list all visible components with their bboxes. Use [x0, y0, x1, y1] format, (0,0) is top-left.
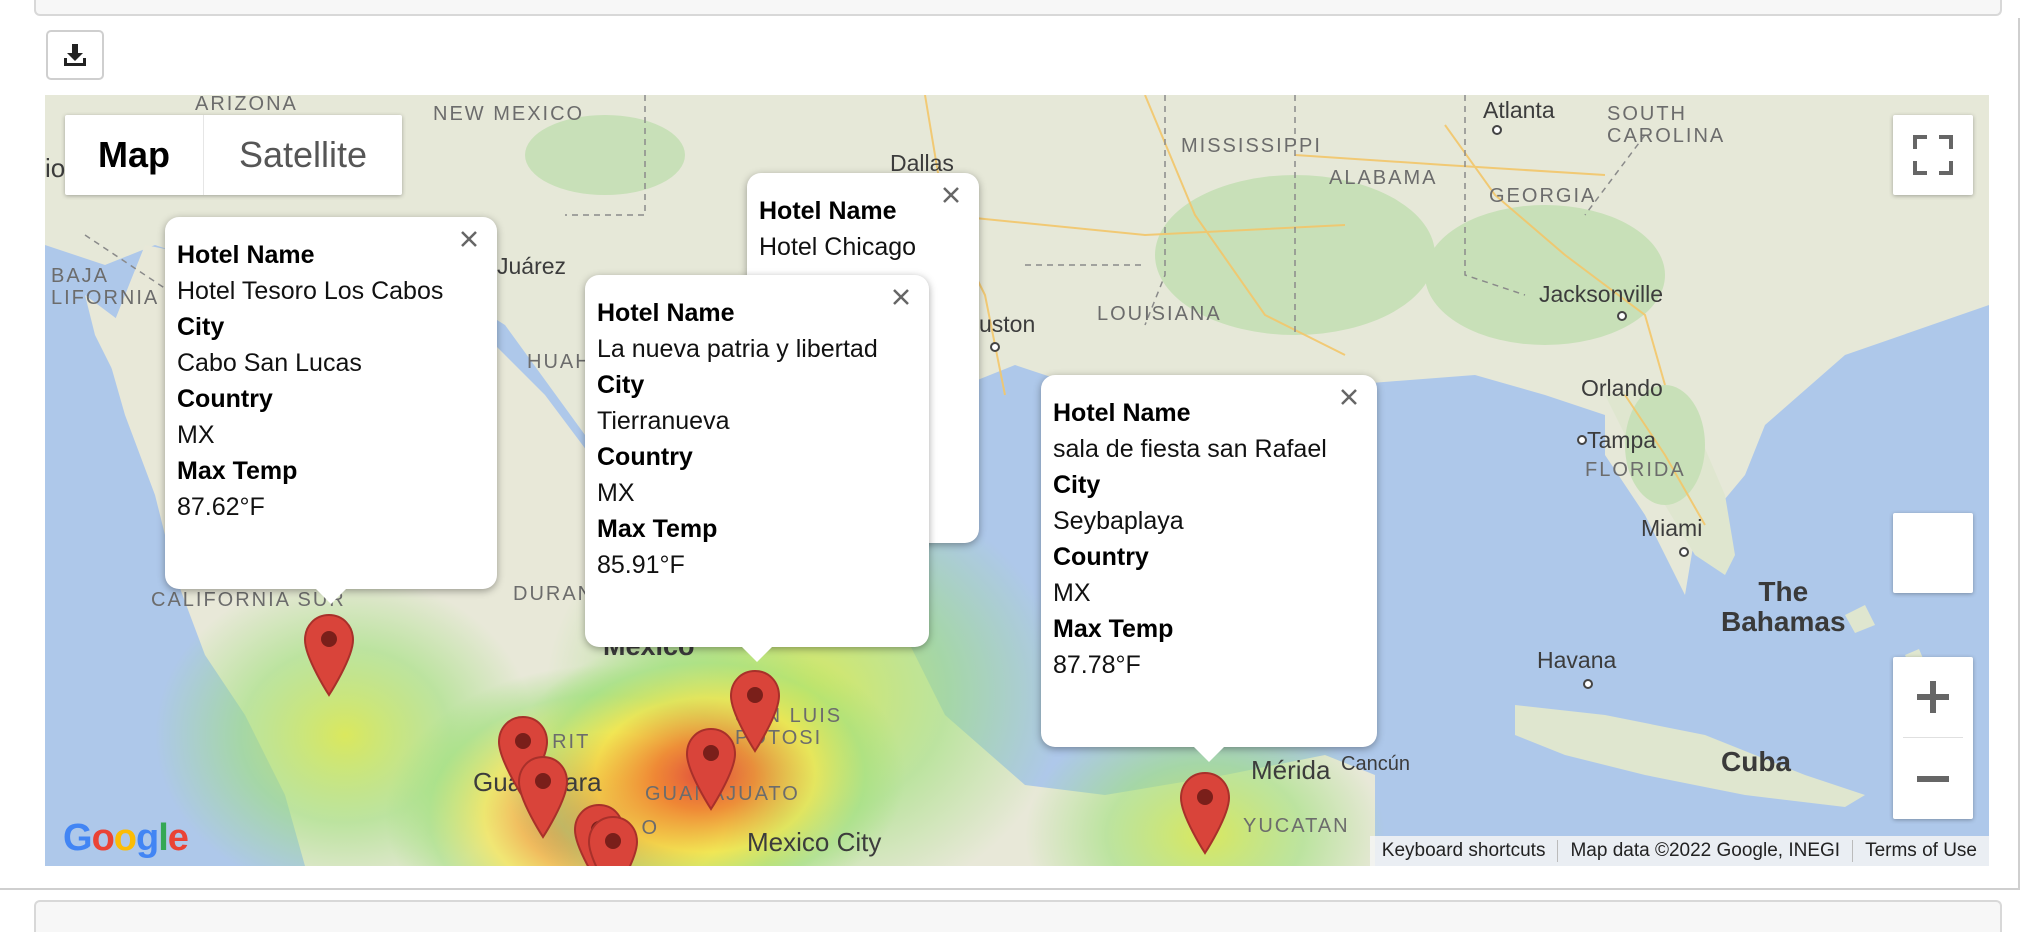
map-marker-cabo[interactable]	[303, 613, 355, 697]
close-icon[interactable]	[1337, 385, 1361, 409]
city-dot-houston	[990, 342, 1000, 352]
zoom-divider	[1903, 737, 1963, 738]
map-attribution: Keyboard shortcuts Map data ©2022 Google…	[1369, 836, 1989, 866]
label-left-edge: io	[45, 153, 66, 183]
map-type-control: Map Satellite	[65, 115, 402, 195]
country-value: MX	[1053, 579, 1091, 607]
city-label: City	[177, 313, 225, 341]
city-dot-tampa	[1577, 435, 1587, 445]
label-florida: FLORIDA	[1585, 459, 1686, 481]
hotel-name-label: Hotel Name	[177, 241, 315, 269]
label-mexico-city: Mexico City	[747, 827, 882, 857]
city-value: Tierranueva	[597, 407, 730, 435]
close-icon[interactable]	[889, 285, 913, 309]
city-dot-havana	[1583, 679, 1593, 689]
label-cuba: Cuba	[1721, 746, 1791, 777]
download-button[interactable]	[46, 30, 104, 80]
label-mississippi: MISSISSIPPI	[1181, 135, 1322, 157]
map-marker-jalisco-2[interactable]	[587, 815, 639, 866]
city-dot-atlanta	[1492, 125, 1502, 135]
city-dot-jacksonville	[1617, 311, 1627, 321]
fullscreen-icon	[1913, 135, 1953, 175]
max-temp-value: 87.78°F	[1053, 651, 1141, 679]
info-window-cabo: Hotel Name Hotel Tesoro Los Cabos City C…	[165, 217, 497, 604]
street-view-control[interactable]	[1893, 513, 1973, 593]
city-value: Seybaplaya	[1053, 507, 1184, 535]
map-type-satellite-button[interactable]: Satellite	[204, 115, 402, 195]
label-south-carolina: SOUTH CAROLINA	[1607, 103, 1726, 147]
label-bahamas: The Bahamas	[1721, 576, 1846, 637]
city-dot-miami	[1679, 547, 1689, 557]
country-label: Country	[177, 385, 273, 413]
map-marker-guanajuato[interactable]	[685, 727, 737, 811]
city-label: City	[597, 371, 645, 399]
close-icon[interactable]	[939, 183, 963, 207]
max-temp-label: Max Temp	[597, 515, 718, 543]
fullscreen-button[interactable]	[1893, 115, 1973, 195]
label-cancun: Cancún	[1341, 753, 1410, 775]
hotel-name-value: Hotel Tesoro Los Cabos	[177, 277, 444, 305]
map-data-text: Map data ©2022 Google, INEGI	[1558, 840, 1854, 862]
label-orlando: Orlando	[1581, 375, 1663, 401]
hotel-name-label: Hotel Name	[759, 197, 897, 225]
hotel-name-label: Hotel Name	[597, 299, 735, 327]
label-durango: DURAN	[513, 583, 595, 605]
label-merida: Mérida	[1251, 755, 1331, 785]
label-yucatan: YUCATAN	[1243, 815, 1350, 837]
terms-of-use-link[interactable]: Terms of Use	[1853, 840, 1989, 862]
label-miami: Miami	[1641, 515, 1703, 541]
hotel-name-value: La nueva patria y libertad	[597, 335, 878, 363]
label-juarez: Juárez	[497, 253, 567, 279]
zoom-in-button[interactable]	[1893, 657, 1973, 737]
info-window-tierranueva: Hotel Name La nueva patria y libertad Ci…	[585, 275, 929, 662]
hotel-name-value: sala de fiesta san Rafael	[1053, 435, 1327, 463]
close-icon[interactable]	[457, 227, 481, 251]
map-type-map-button[interactable]: Map	[65, 115, 204, 195]
city-value: Cabo San Lucas	[177, 349, 362, 377]
download-icon	[64, 44, 86, 66]
plus-icon	[1917, 681, 1949, 713]
map-marker-guadalajara[interactable]	[517, 755, 569, 839]
country-value: MX	[597, 479, 635, 507]
label-arizona: ARIZONA	[195, 95, 298, 115]
country-value: MX	[177, 421, 215, 449]
label-atlanta: Atlanta	[1483, 97, 1555, 123]
label-alabama: ALABAMA	[1329, 167, 1438, 189]
label-georgia: GEORGIA	[1489, 185, 1597, 207]
label-new-mexico: NEW MEXICO	[433, 103, 585, 125]
google-logo: Google	[63, 817, 189, 859]
max-temp-label: Max Temp	[177, 457, 298, 485]
label-tampa: Tampa	[1587, 427, 1657, 453]
hotel-name-value: Hotel Chicago	[759, 233, 917, 261]
previous-cell-frame	[34, 0, 2002, 16]
max-temp-value: 87.62°F	[177, 493, 265, 521]
label-baja-california: BAJA LIFORNIA	[51, 265, 160, 309]
zoom-control	[1893, 657, 1973, 819]
country-label: Country	[1053, 543, 1149, 571]
max-temp-label: Max Temp	[1053, 615, 1174, 643]
label-jacksonville: Jacksonville	[1539, 281, 1663, 307]
city-label: City	[1053, 471, 1101, 499]
minus-icon	[1917, 776, 1949, 782]
next-cell-frame	[34, 900, 2002, 932]
country-label: Country	[597, 443, 693, 471]
max-temp-value: 85.91°F	[597, 551, 685, 579]
hotel-name-label: Hotel Name	[1053, 399, 1191, 427]
label-havana: Havana	[1537, 647, 1617, 673]
keyboard-shortcuts-link[interactable]: Keyboard shortcuts	[1370, 840, 1559, 862]
map-marker-seybaplaya[interactable]	[1179, 771, 1231, 855]
label-houston: uston	[979, 311, 1036, 337]
map-view[interactable]: ARIZONA NEW MEXICO MISSISSIPPI ALABAMA G…	[45, 95, 1989, 866]
label-louisiana: LOUISIANA	[1097, 303, 1222, 325]
info-window-seybaplaya: Hotel Name sala de fiesta san Rafael Cit…	[1041, 375, 1377, 762]
zoom-out-button[interactable]	[1893, 739, 1973, 819]
